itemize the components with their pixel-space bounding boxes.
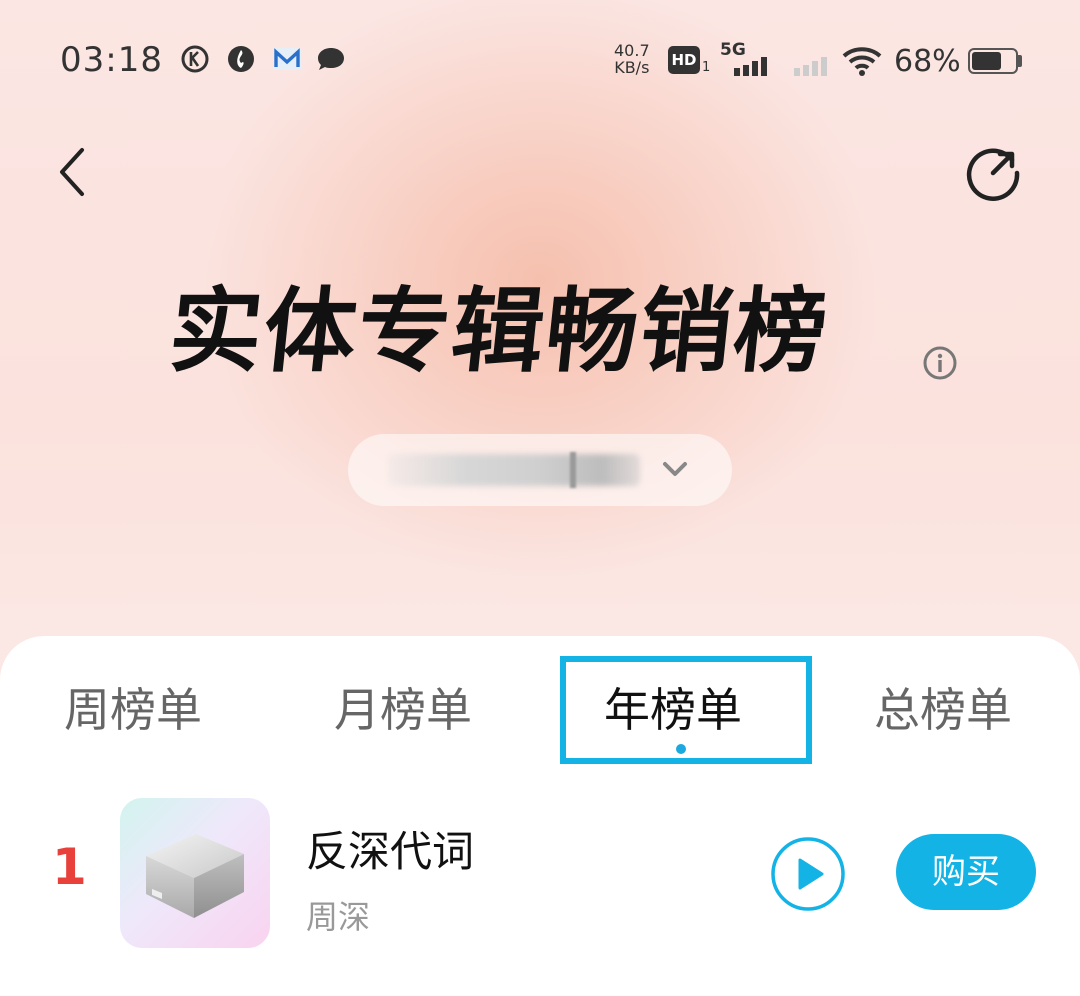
- back-button[interactable]: [48, 140, 98, 204]
- page-title: 实体专辑畅销榜: [164, 278, 834, 385]
- hd-sub-label: 1: [702, 60, 711, 75]
- active-tab-indicator: [676, 744, 686, 754]
- chat-bubble-icon: [318, 48, 344, 70]
- battery-icon: [968, 48, 1018, 74]
- k-circle-icon: [181, 45, 209, 73]
- album-title[interactable]: 反深代词: [306, 818, 474, 879]
- info-icon[interactable]: [922, 345, 958, 381]
- share-button[interactable]: [960, 140, 1026, 206]
- flame-icon: [228, 46, 254, 72]
- mail-m-icon: [273, 48, 301, 70]
- battery-percent: 68%: [894, 44, 961, 79]
- chevron-down-icon: [663, 462, 687, 476]
- net-speed-value: 40.7: [614, 41, 650, 60]
- wifi-icon: [842, 47, 882, 76]
- play-button[interactable]: [770, 836, 846, 912]
- battery-fill: [972, 52, 1001, 70]
- selector-blur-mark: [570, 452, 576, 488]
- tab-all-time[interactable]: 总榜单: [874, 670, 1012, 750]
- chevron-left-icon: [60, 148, 84, 196]
- status-bar: 03:18 40.7 KB/s HD 1 5G 68%: [0, 0, 1080, 120]
- signal-weak-icon: [794, 57, 827, 76]
- net-speed-unit: KB/s: [614, 58, 650, 77]
- album-cover[interactable]: [120, 798, 270, 948]
- hd-badge: HD: [668, 46, 700, 74]
- battery-tip: [1018, 55, 1022, 67]
- selector-value-blurred: [388, 454, 640, 486]
- status-time: 03:18: [60, 40, 163, 80]
- share-arrow-icon: [966, 148, 1020, 201]
- period-selector[interactable]: [348, 434, 732, 506]
- tab-weekly[interactable]: 周榜单: [64, 670, 202, 750]
- buy-button[interactable]: 购买: [896, 834, 1036, 910]
- signal-strong-icon: [734, 57, 767, 76]
- album-artist[interactable]: 周深: [306, 892, 370, 938]
- rank-number: 1: [52, 838, 87, 896]
- tab-yearly[interactable]: 年榜单: [604, 670, 742, 750]
- tab-monthly[interactable]: 月榜单: [334, 670, 472, 750]
- net-speed: 40.7 KB/s: [614, 42, 650, 76]
- album-box-image: [146, 834, 244, 918]
